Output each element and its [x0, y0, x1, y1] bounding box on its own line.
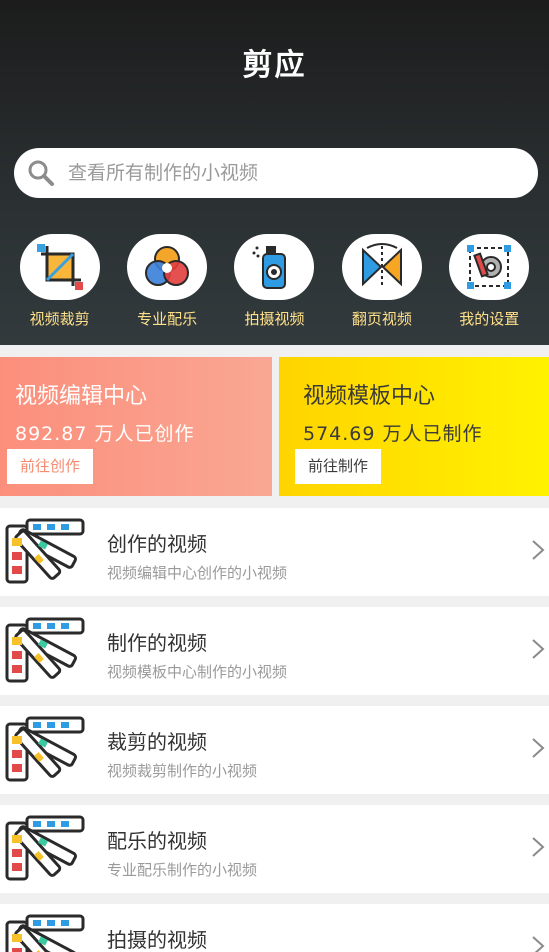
editing-center-card[interactable]: 视频编辑中心 892.87 万人已创作 前往创作: [0, 357, 272, 496]
quick-action-label: 翻页视频: [351, 310, 412, 328]
list-item[interactable]: 制作的视频 视频模板中心制作的小视频: [0, 607, 549, 695]
chevron-right-icon: [532, 540, 545, 560]
list-item[interactable]: 拍摄的视频: [0, 904, 549, 952]
feature-cards: 视频编辑中心 892.87 万人已创作 前往创作 视频模板中心 574.69 万…: [0, 357, 549, 496]
list-item-title: 拍摄的视频: [107, 928, 207, 952]
quick-action-flip[interactable]: 翻页视频: [332, 234, 432, 334]
list-item-title: 配乐的视频: [107, 829, 207, 853]
go-create-button[interactable]: 前往创作: [7, 449, 94, 484]
list-item-subtitle: 专业配乐制作的小视频: [107, 861, 258, 879]
quick-action-shoot[interactable]: 拍摄视频: [224, 234, 324, 334]
list-item-subtitle: 视频模板中心制作的小视频: [107, 663, 288, 681]
card-count: 574.69 万人已制作: [303, 423, 483, 445]
chevron-right-icon: [532, 837, 545, 857]
color-swatch-icon: [5, 914, 85, 952]
quick-action-label: 视频裁剪: [29, 310, 90, 328]
chevron-right-icon: [532, 738, 545, 758]
header: 剪应 视频裁剪: [0, 0, 549, 345]
quick-action-label: 专业配乐: [137, 310, 198, 328]
color-swatch-icon: [5, 716, 85, 782]
quick-action-crop[interactable]: 视频裁剪: [10, 234, 110, 334]
crop-icon: [36, 244, 83, 290]
chevron-right-icon: [532, 639, 545, 659]
list-item[interactable]: 配乐的视频 专业配乐制作的小视频: [0, 805, 549, 893]
list-item-title: 创作的视频: [107, 532, 207, 556]
list-item-subtitle: 视频裁剪制作的小视频: [107, 762, 258, 780]
color-swatch-icon: [5, 518, 85, 584]
quick-action-label: 拍摄视频: [244, 310, 305, 328]
list-item-title: 制作的视频: [107, 631, 207, 655]
list-item-title: 裁剪的视频: [107, 730, 207, 754]
card-title: 视频编辑中心: [15, 384, 148, 409]
template-center-card[interactable]: 视频模板中心 574.69 万人已制作 前往制作: [279, 357, 549, 496]
quick-actions: 视频裁剪 专业配乐 拍摄视频 翻页视频 我的设置: [0, 234, 549, 334]
settings-icon: [467, 245, 512, 289]
app-title: 剪应: [242, 48, 307, 83]
quick-action-settings[interactable]: 我的设置: [439, 234, 539, 334]
list-item[interactable]: 创作的视频 视频编辑中心创作的小视频: [0, 508, 549, 596]
go-make-button[interactable]: 前往制作: [295, 449, 382, 484]
page-flip-icon: [361, 243, 402, 288]
search-icon: [28, 160, 54, 186]
card-count: 892.87 万人已创作: [15, 423, 195, 445]
search-input[interactable]: [68, 162, 538, 184]
list-item-subtitle: 视频编辑中心创作的小视频: [107, 564, 288, 582]
color-circles-icon: [145, 246, 190, 286]
chevron-right-icon: [532, 936, 545, 952]
quick-action-label: 我的设置: [459, 310, 520, 328]
card-title: 视频模板中心: [303, 384, 436, 409]
quick-action-music[interactable]: 专业配乐: [117, 234, 217, 334]
list-item[interactable]: 裁剪的视频 视频裁剪制作的小视频: [0, 706, 549, 794]
color-swatch-icon: [5, 617, 85, 683]
search-bar[interactable]: [14, 148, 538, 198]
camera-spray-icon: [252, 246, 287, 289]
color-swatch-icon: [5, 815, 85, 881]
